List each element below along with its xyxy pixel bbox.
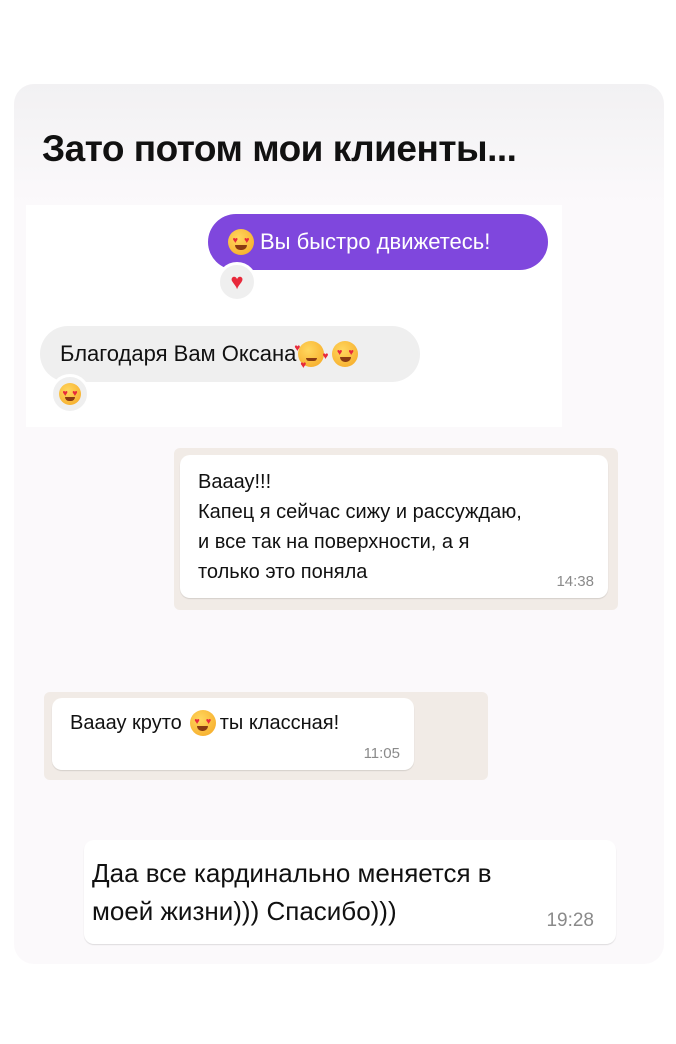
instagram-received-bubble: Благодаря Вам Оксана ♥ ♥ ♥ ♥ ♥	[40, 326, 420, 382]
received-reaction-badge[interactable]: ♥ ♥	[50, 374, 90, 414]
instagram-sent-bubble: ♥ ♥ Вы быстро движетесь!	[208, 214, 548, 270]
message-line: только это поняла	[198, 561, 368, 583]
whatsapp-message-2: Вааау круто ♥ ♥ ты классная! 11:05	[52, 698, 414, 770]
message-timestamp: 14:38	[556, 573, 594, 590]
red-heart-icon: ♥	[230, 269, 244, 294]
message-line: Капец я сейчас сижу и рассуждаю,	[198, 501, 522, 523]
smiling-face-with-hearts-emoji-icon: ♥ ♥ ♥	[294, 341, 329, 371]
heart-eyes-emoji-icon: ♥ ♥	[189, 710, 216, 736]
heart-eyes-emoji-icon: ♥ ♥	[228, 229, 254, 255]
heart-eyes-emoji-icon: ♥ ♥	[332, 341, 359, 367]
message-line: и все так на поверхности, а я	[198, 531, 470, 553]
instagram-sent-text: Вы быстро движетесь!	[260, 229, 491, 254]
instagram-received-text: Благодаря Вам Оксана	[60, 341, 297, 366]
story-title: Зато потом мои клиенты...	[42, 128, 517, 169]
message-text: Вааау круто	[70, 711, 182, 734]
message-timestamp: 19:28	[546, 910, 594, 931]
message-line: Вааау!!!	[198, 471, 272, 493]
message-line: моей жизни))) Спасибо)))	[92, 896, 397, 926]
whatsapp-message-1: Вааау!!! Капец я сейчас сижу и рассуждаю…	[180, 455, 608, 598]
sent-reaction-badge[interactable]: ♥	[217, 262, 257, 302]
message-text: ты классная!	[219, 711, 340, 734]
message-timestamp: 11:05	[363, 745, 400, 762]
whatsapp-message-3: Даа все кардинально меняется в моей жизн…	[84, 840, 616, 944]
heart-eyes-emoji-icon: ♥ ♥	[59, 383, 81, 405]
message-line: Даа все кардинально меняется в	[92, 858, 492, 888]
